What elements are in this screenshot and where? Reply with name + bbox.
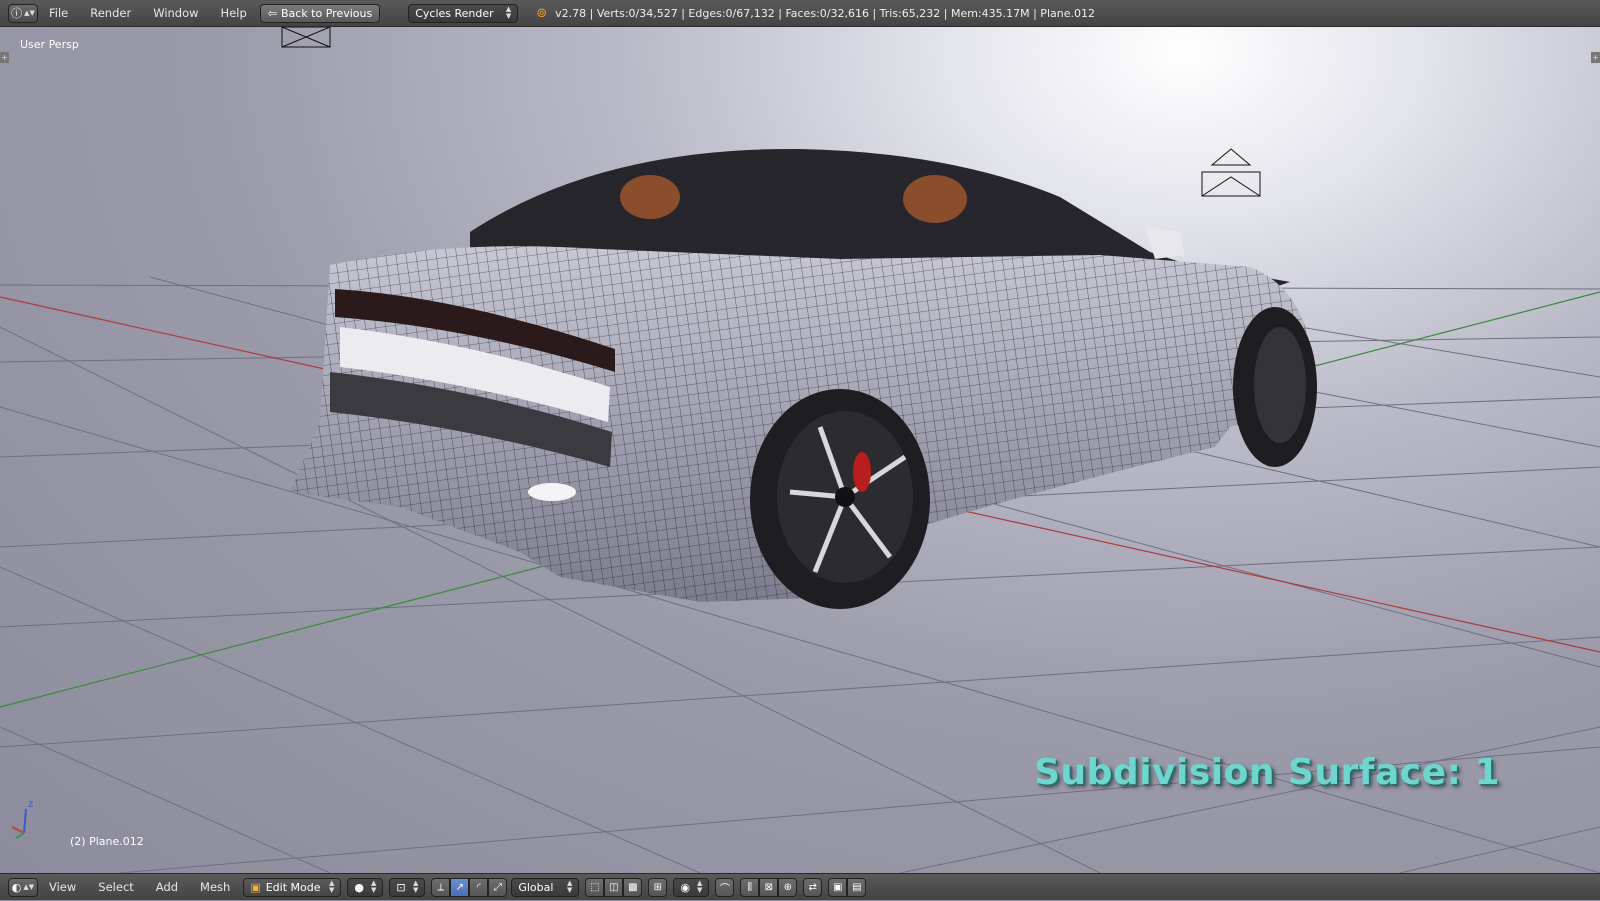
proportional-falloff-icon: ⌒ bbox=[719, 883, 730, 895]
vertex-select-icon: ⬚ bbox=[590, 881, 600, 893]
view3d-icon: ◐ bbox=[11, 880, 22, 894]
rear-wheel bbox=[750, 389, 930, 609]
snap-target-button[interactable]: ⊕ bbox=[778, 877, 798, 897]
snap-element-icon: ⊠ bbox=[764, 881, 774, 893]
manipulator-translate-icon: ↗ bbox=[455, 881, 465, 893]
camera-icon: ▤ bbox=[852, 881, 862, 893]
opengl-render-button[interactable]: ▣ bbox=[828, 877, 848, 897]
3d-viewport[interactable]: z + + User Persp (2) Plane.012 Subdivisi… bbox=[0, 27, 1600, 873]
camera-object[interactable] bbox=[281, 27, 331, 48]
menu-add[interactable]: Add bbox=[145, 874, 189, 901]
scene-statistics: v2.78 | Verts:0/34,527 | Edges:0/67,132 … bbox=[555, 6, 1095, 20]
menu-help[interactable]: Help bbox=[210, 0, 258, 27]
viewport-shading-icon: ● bbox=[354, 880, 364, 894]
menu-file[interactable]: File bbox=[38, 0, 79, 27]
occlude-geometry-icon: ⊞ bbox=[653, 881, 663, 893]
car-mesh[interactable] bbox=[290, 148, 1317, 609]
exhaust-tip bbox=[528, 483, 576, 501]
mirror-icon: ⇄ bbox=[808, 881, 818, 893]
manipulator-scale-icon: ⤢ bbox=[493, 881, 502, 893]
render-icon: ▣ bbox=[833, 881, 843, 893]
edit-mode-icon: ▣ bbox=[250, 880, 261, 894]
snap-toggle[interactable]: ⫼ bbox=[740, 877, 760, 897]
menu-view[interactable]: View bbox=[38, 874, 87, 901]
info-icon: ⓘ bbox=[11, 7, 23, 20]
tool-shelf-toggle[interactable]: + bbox=[0, 52, 9, 63]
viewport-scene: z bbox=[0, 27, 1600, 873]
menu-window[interactable]: Window bbox=[142, 0, 209, 27]
proportional-falloff-button[interactable]: ⌒ bbox=[715, 877, 735, 897]
translate-manipulator-button[interactable]: ↗ bbox=[450, 877, 470, 897]
view-name: User Persp bbox=[20, 38, 79, 51]
mode-value: Edit Mode bbox=[265, 880, 321, 894]
camera-object-2[interactable] bbox=[1201, 148, 1261, 197]
manipulator-rotate-icon: ◜ bbox=[476, 881, 481, 893]
active-object-name: (2) Plane.012 bbox=[70, 835, 144, 848]
mirror-button[interactable]: ⇄ bbox=[803, 877, 823, 897]
rotate-manipulator-button[interactable]: ◜ bbox=[469, 877, 489, 897]
edge-select-button[interactable]: ◫ bbox=[604, 877, 624, 897]
info-editor-type-button[interactable]: ⓘ ▲▼ bbox=[8, 3, 38, 23]
back-arrow-icon: ⇦ bbox=[267, 6, 277, 20]
render-engine-value: Cycles Render bbox=[415, 6, 494, 20]
front-wheel bbox=[1233, 307, 1317, 467]
orientation-value: Global bbox=[518, 880, 554, 894]
properties-shelf-toggle[interactable]: + bbox=[1591, 52, 1600, 63]
face-select-button[interactable]: ▩ bbox=[623, 877, 643, 897]
manipulator-icon: ⟂ bbox=[437, 881, 445, 893]
snap-icon: ⫼ bbox=[747, 881, 753, 893]
blender-logo-icon: ⊚ bbox=[536, 5, 548, 21]
manipulator-toggle[interactable]: ⟂ bbox=[431, 877, 451, 897]
menu-select[interactable]: Select bbox=[87, 874, 144, 901]
viewport-shading-dropdown[interactable]: ● ▲ ▼ bbox=[347, 877, 384, 897]
pivot-point-dropdown[interactable]: ⊡ ▲ ▼ bbox=[389, 877, 426, 897]
transform-orientation-dropdown[interactable]: Global ▲ ▼ bbox=[511, 877, 580, 897]
back-to-previous-button[interactable]: ⇦ Back to Previous bbox=[259, 3, 381, 23]
axis-gizmo bbox=[11, 808, 27, 839]
menu-render[interactable]: Render bbox=[79, 0, 142, 27]
opengl-render-animation-button[interactable]: ▤ bbox=[847, 877, 867, 897]
chevron-updown-icon: ▲ ▼ bbox=[505, 5, 512, 20]
snap-element-dropdown[interactable]: ⊠ bbox=[759, 877, 779, 897]
proportional-edit-dropdown[interactable]: ◉ ▲ ▼ bbox=[673, 877, 710, 897]
menu-mesh[interactable]: Mesh bbox=[189, 874, 241, 901]
rear-seat bbox=[620, 175, 680, 219]
3d-view-header: ◐ ▲▼ View Select Add Mesh ▣ Edit Mode ▲ ▼ … bbox=[0, 873, 1600, 900]
render-engine-dropdown[interactable]: Cycles Render ▲ ▼ bbox=[408, 3, 519, 23]
subdivision-overlay-text: Subdivision Surface: 1 bbox=[1034, 752, 1500, 793]
proportional-edit-icon: ◉ bbox=[680, 880, 690, 894]
front-seat bbox=[903, 175, 967, 223]
axis-z-label: z bbox=[28, 799, 33, 810]
vertex-select-button[interactable]: ⬚ bbox=[585, 877, 605, 897]
occlude-geometry-button[interactable]: ⊞ bbox=[648, 877, 668, 897]
mode-dropdown[interactable]: ▣ Edit Mode ▲ ▼ bbox=[243, 877, 342, 897]
editor-type-button[interactable]: ◐ ▲▼ bbox=[8, 877, 38, 897]
info-header: ⓘ ▲▼ File Render Window Help ⇦ Back to Pr… bbox=[0, 0, 1600, 27]
pivot-icon: ⊡ bbox=[396, 880, 406, 894]
edge-select-icon: ◫ bbox=[609, 881, 619, 893]
scale-manipulator-button[interactable]: ⤢ bbox=[488, 877, 508, 897]
snap-target-icon: ⊕ bbox=[783, 881, 793, 893]
back-to-previous-label: Back to Previous bbox=[280, 6, 373, 20]
face-select-icon: ▩ bbox=[628, 881, 638, 893]
